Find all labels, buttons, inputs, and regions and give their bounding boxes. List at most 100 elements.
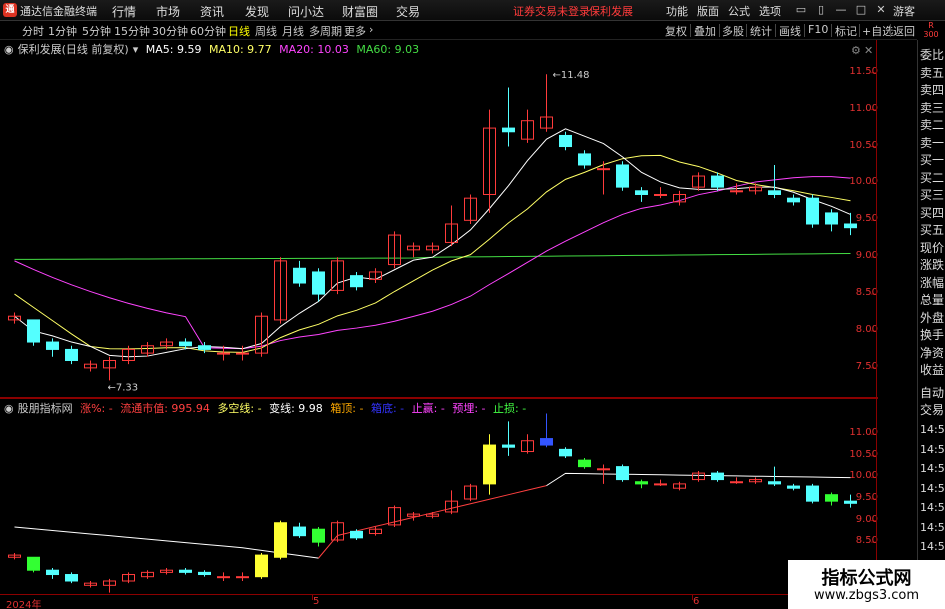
side-panel-item[interactable]: 卖三 (920, 99, 944, 116)
side-panel-item[interactable]: 收益 (920, 361, 944, 378)
login-status-link[interactable]: 证券交易未登录 (513, 3, 590, 19)
window-icon[interactable]: □ (852, 2, 870, 18)
tf-intraday[interactable]: 分时 (22, 23, 44, 39)
side-panel-item[interactable]: 卖四 (920, 81, 944, 98)
side-panel-item[interactable]: 买二 (920, 169, 944, 186)
maximize-icon[interactable]: ▯ (812, 2, 830, 18)
candle-body (483, 444, 496, 485)
btn-adjust[interactable]: 复权 (665, 23, 687, 39)
candle-body (350, 530, 363, 539)
candle-body (217, 352, 230, 355)
side-panel-item[interactable]: 买四 (920, 204, 944, 221)
ind-item: 多空线: - (217, 402, 262, 415)
btn-add-watchlist[interactable]: +自选 (862, 23, 893, 39)
side-panel-item[interactable]: 14:56 (920, 540, 945, 553)
menu-layout[interactable]: 版面 (697, 3, 719, 19)
candle-body (46, 341, 59, 350)
btn-f10[interactable]: F10 (808, 23, 828, 36)
candle-body (502, 127, 515, 133)
side-panel-item[interactable]: 14:56 (920, 423, 945, 436)
ind-item: 涨%: - (80, 402, 113, 415)
side-panel-item[interactable]: 14:56 (920, 443, 945, 456)
menu-discover[interactable]: 发现 (245, 3, 269, 20)
side-panel-item[interactable]: 14:56 (920, 462, 945, 475)
btn-back[interactable]: 返回 (893, 23, 915, 39)
y-tick-label: 8.50 (855, 287, 878, 299)
dropdown-icon[interactable]: ▾ (133, 43, 139, 56)
watermark-url: www.zbgs3.com (813, 588, 920, 603)
side-panel-item[interactable]: 净资 (920, 344, 944, 361)
close-panel-icon[interactable]: ✕ (864, 44, 873, 57)
tf-monthly[interactable]: 月线 (282, 23, 304, 39)
btn-multistock[interactable]: 多股 (722, 23, 744, 39)
btn-overlay[interactable]: 叠加 (694, 23, 716, 39)
menu-market[interactable]: 市场 (156, 3, 180, 20)
menu-ask[interactable]: 问小达 (288, 3, 324, 20)
price-chart-panel[interactable]: ◉ 保利发展(日线 前复权) ▾ MA5: 9.59 MA10: 9.77 MA20… (0, 40, 878, 397)
restore-icon[interactable]: — (832, 2, 850, 18)
side-panel-item[interactable]: 自动 (920, 384, 944, 401)
candle-body (844, 223, 857, 229)
ind-item: 变线: 9.98 (269, 402, 323, 415)
high-mark: ←11.48 (553, 70, 590, 81)
tf-1min[interactable]: 1分钟 (48, 23, 77, 39)
tf-60min[interactable]: 60分钟 (190, 23, 226, 39)
side-panel-item[interactable]: 委比 (920, 46, 944, 63)
side-panel-item[interactable]: 买三 (920, 186, 944, 203)
y-tick-label: 11.50 (849, 65, 878, 77)
menu-options[interactable]: 选项 (759, 3, 781, 19)
btn-stats[interactable]: 统计 (750, 23, 772, 39)
quote-side-panel[interactable]: 委比 卖五 卖四 卖三 卖二 卖一 买一 买二 买三 买四 买五 现价 涨跌 涨幅 总量 外盘 换手 净资 收益自动… (917, 40, 945, 609)
menu-news[interactable]: 资讯 (200, 3, 224, 20)
side-panel-item[interactable]: 卖二 (920, 116, 944, 133)
menu-quotes[interactable]: 行情 (112, 3, 136, 20)
side-panel-item[interactable]: 14:56 (920, 482, 945, 495)
candle-body (711, 472, 724, 481)
tf-daily[interactable]: 日线 (228, 23, 250, 39)
side-panel-item[interactable]: 总量 (920, 291, 944, 308)
tf-weekly[interactable]: 周线 (255, 23, 277, 39)
menu-trade[interactable]: 交易 (396, 3, 420, 20)
settings-icon[interactable]: ⚙ (851, 44, 861, 57)
side-panel-item[interactable]: 14:56 (920, 521, 945, 534)
tf-multi[interactable]: 多周期 (309, 23, 342, 39)
side-panel-item[interactable]: 现价 (920, 239, 944, 256)
tf-30min[interactable]: 30分钟 (152, 23, 188, 39)
side-panel-item[interactable]: 换手 (920, 326, 944, 343)
side-panel-item[interactable]: 卖一 (920, 134, 944, 151)
side-panel-item[interactable]: 卖五 (920, 64, 944, 81)
side-panel-item[interactable]: 买五 (920, 221, 944, 238)
y-tick-label: 9.50 (855, 213, 878, 225)
tf-more[interactable]: 更多 (344, 23, 366, 39)
side-panel-item[interactable]: 14:56 (920, 501, 945, 514)
close-icon[interactable]: ✕ (872, 2, 890, 18)
indicator-legend: ◉ 股朋指标网 涨%: - 流通市值: 995.94 多空线: - 变线: 9.9… (4, 400, 530, 416)
candle-body (654, 193, 667, 196)
collapse-icon[interactable]: ◉ (4, 402, 14, 415)
menu-function[interactable]: 功能 (666, 3, 688, 19)
menu-wealth[interactable]: 财富圈 (342, 3, 378, 20)
ma60-label: MA60: 9.03 (356, 43, 420, 56)
divider (859, 24, 860, 37)
tf-15min[interactable]: 15分钟 (114, 23, 150, 39)
price-legend: ◉ 保利发展(日线 前复权) ▾ MA5: 9.59 MA10: 9.77 MA20… (4, 41, 423, 57)
side-panel-item[interactable]: 外盘 (920, 309, 944, 326)
side-panel-item[interactable]: 买一 (920, 151, 944, 168)
collapse-icon[interactable]: ◉ (4, 43, 14, 56)
side-panel-item[interactable]: 涨幅 (920, 274, 944, 291)
side-panel-item[interactable]: 交易 (920, 401, 944, 418)
btn-draw[interactable]: 画线 (779, 23, 801, 39)
indicator-chart-panel[interactable]: ◉ 股朋指标网 涨%: - 流通市值: 995.94 多空线: - 变线: 9.9… (0, 399, 878, 594)
guest-label[interactable]: 游客 (893, 3, 915, 19)
candle-body (654, 483, 667, 486)
candle-body (578, 459, 591, 468)
minimize-icon[interactable]: ▭ (792, 2, 810, 18)
corner-num: 300 (923, 30, 939, 39)
divider (719, 24, 720, 37)
tf-5min[interactable]: 5分钟 (82, 23, 111, 39)
btn-mark[interactable]: 标记 (835, 23, 857, 39)
candle-body (236, 352, 249, 355)
side-panel-item[interactable]: 涨跌 (920, 256, 944, 273)
chevron-right-icon[interactable]: › (369, 23, 373, 36)
menu-formula[interactable]: 公式 (728, 3, 750, 19)
